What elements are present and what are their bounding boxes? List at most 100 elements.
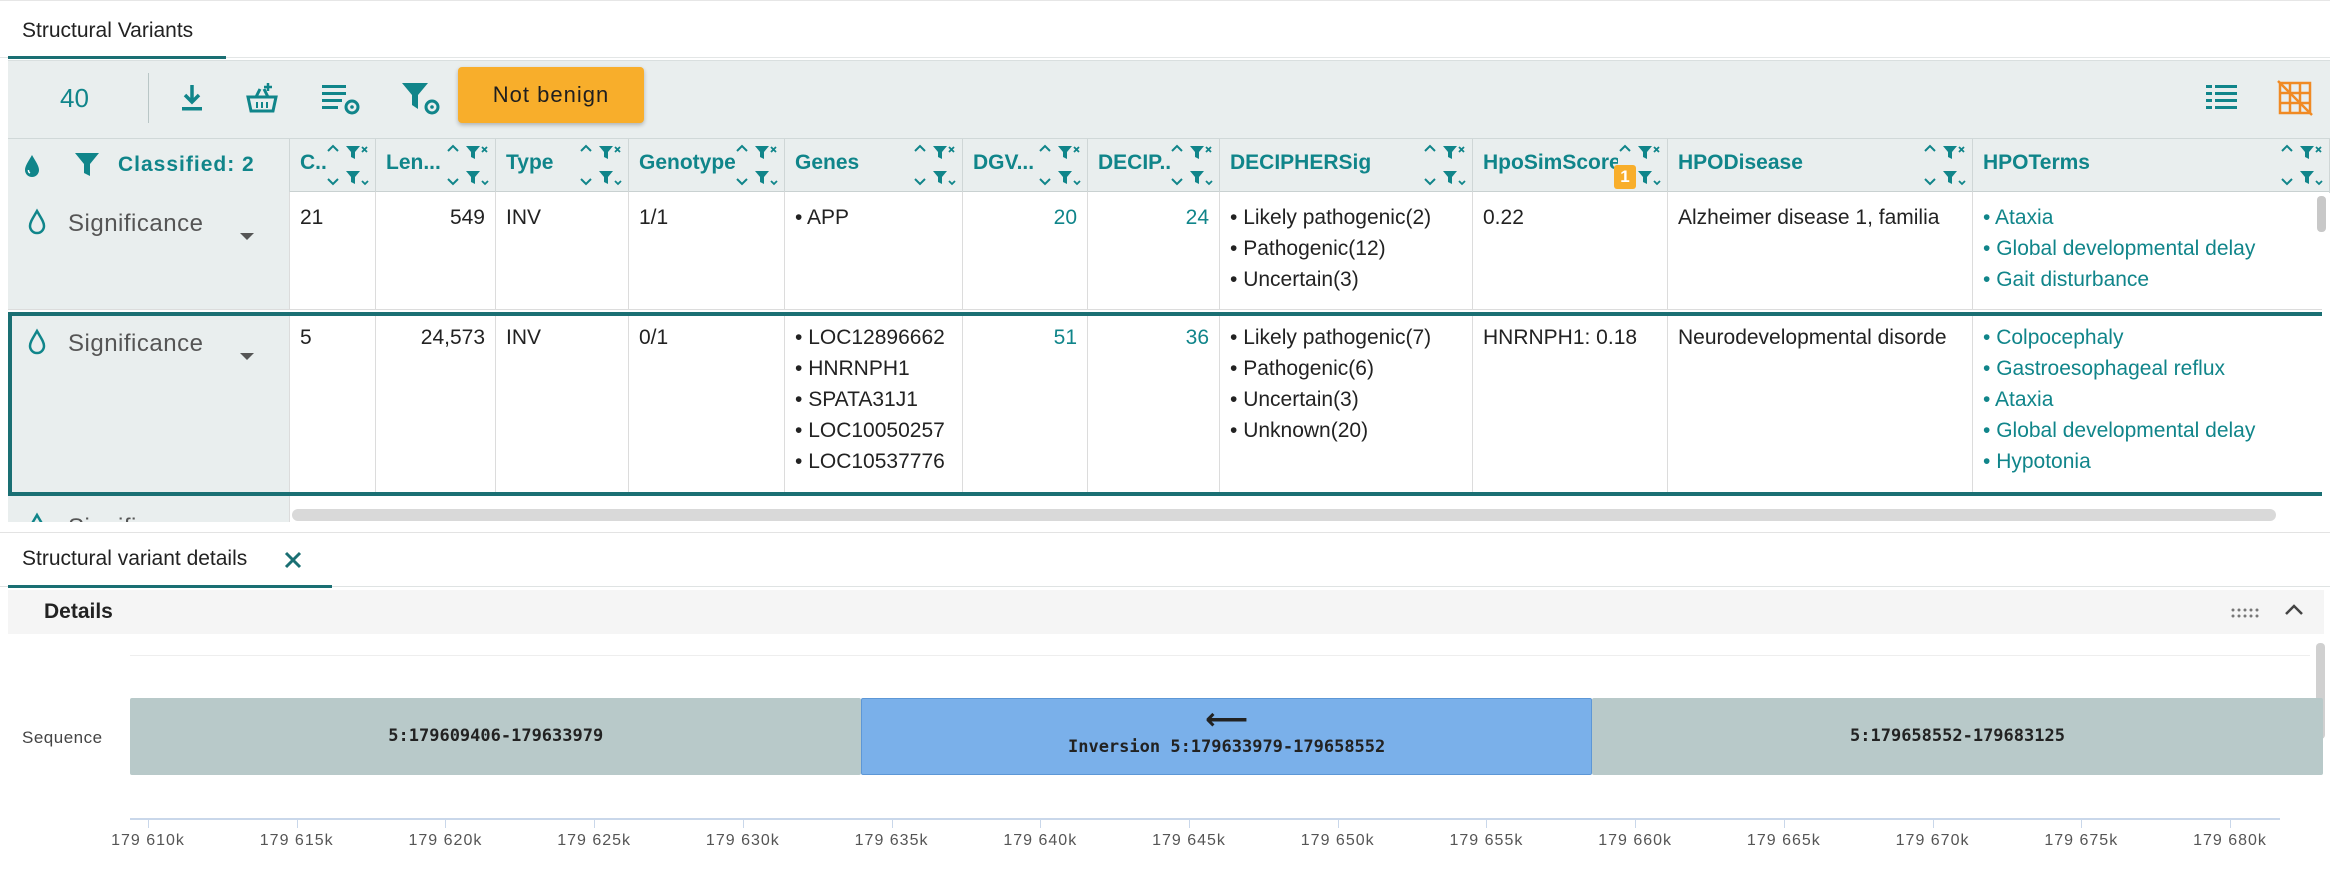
column-header-label: Len... bbox=[386, 151, 441, 174]
axis-tick-label: 179 620k bbox=[408, 832, 483, 849]
column-header-length[interactable]: Len... bbox=[376, 139, 496, 193]
list-item: SPATA31J1 bbox=[795, 384, 952, 415]
flanking-segment[interactable]: 5:179658552-179683125 bbox=[1592, 698, 2323, 775]
sort-filter-icon[interactable] bbox=[1170, 143, 1214, 189]
sort-filter-icon[interactable] bbox=[326, 143, 370, 189]
list-item: HNRNPH1 bbox=[795, 353, 952, 384]
axis-tick bbox=[1040, 820, 1042, 828]
column-header-genotype[interactable]: Genotype bbox=[629, 139, 785, 193]
hpo-term-link[interactable]: Global developmental delay bbox=[1983, 233, 2319, 264]
sort-filter-icon[interactable] bbox=[913, 143, 957, 189]
genes-list: LOC12896662HNRNPH1SPATA31J1LOC10050257LO… bbox=[795, 322, 952, 477]
axis-tick-label: 179 670k bbox=[1895, 832, 1970, 849]
significance-select[interactable]: Significa bbox=[8, 496, 290, 522]
axis-tick bbox=[1486, 820, 1488, 828]
vertical-scrollbar-thumb[interactable] bbox=[2317, 196, 2326, 232]
classification-header: Classified: 2 bbox=[8, 139, 290, 193]
grid-off-icon[interactable] bbox=[2276, 79, 2316, 119]
decip-value[interactable]: 36 bbox=[1186, 326, 1209, 349]
segment-label: 5:179658552-179683125 bbox=[1850, 726, 2065, 746]
hpo-term-link[interactable]: Hypotonia bbox=[1983, 446, 2319, 477]
drag-handle-icon[interactable] bbox=[2230, 606, 2262, 624]
hpo-term-link[interactable]: Gait disturbance bbox=[1983, 264, 2319, 295]
axis-tick-label: 179 660k bbox=[1598, 832, 1673, 849]
column-header-dgv[interactable]: DGV... bbox=[963, 139, 1088, 193]
hpo-term-link[interactable]: Global developmental delay bbox=[1983, 415, 2319, 446]
cell-type: INV bbox=[496, 192, 629, 309]
cell-decip[interactable]: 36 bbox=[1088, 312, 1220, 496]
flanking-segment[interactable]: 5:179609406-179633979 bbox=[130, 698, 862, 775]
cell-dgv[interactable]: 51 bbox=[963, 312, 1088, 496]
table-row[interactable]: Significance 21 549 INV 1/1 APP 20 24 Likely pat… bbox=[8, 192, 2322, 310]
column-header-type[interactable]: Type bbox=[496, 139, 629, 193]
hpo-term-link[interactable]: Colpocephaly bbox=[1983, 322, 2319, 353]
filter-icon[interactable] bbox=[74, 151, 100, 184]
column-layout-icon[interactable] bbox=[2202, 79, 2242, 119]
chevron-down-icon[interactable] bbox=[238, 220, 256, 251]
sort-filter-icon[interactable] bbox=[1423, 143, 1467, 189]
add-to-basket-icon[interactable] bbox=[242, 79, 282, 119]
c-value: 21 bbox=[300, 206, 324, 229]
table-row[interactable]: Significance524,573INV0/1LOC12896662HNRN… bbox=[8, 312, 2322, 496]
filter-settings-icon[interactable] bbox=[400, 79, 440, 119]
column-header-c[interactable]: C... bbox=[290, 139, 376, 193]
sort-filter-icon[interactable] bbox=[735, 143, 779, 189]
cell-hposimscore: 0.22 bbox=[1473, 192, 1668, 309]
close-icon[interactable] bbox=[280, 547, 306, 573]
genotype-value: 1/1 bbox=[639, 206, 669, 229]
hpo-term-link[interactable]: Gastroesophageal reflux bbox=[1983, 353, 2319, 384]
cell-hpoterms[interactable]: ColpocephalyGastroesophageal refluxAtaxi… bbox=[1973, 312, 2322, 496]
significance-select[interactable]: Significance bbox=[8, 312, 290, 496]
sort-filter-icon[interactable] bbox=[1038, 143, 1082, 189]
not-benign-button[interactable]: Not benign bbox=[458, 67, 644, 123]
hpo-term-link[interactable]: Ataxia bbox=[1983, 202, 2319, 233]
list-item: LOC12896662 bbox=[795, 322, 952, 353]
axis-tick-label: 179 625k bbox=[557, 832, 632, 849]
horizontal-scrollbar-thumb[interactable] bbox=[292, 509, 2276, 521]
cell-decip[interactable]: 24 bbox=[1088, 192, 1220, 309]
significance-select[interactable]: Significance bbox=[8, 192, 290, 309]
drop-icon[interactable] bbox=[22, 153, 42, 184]
axis-tick-label: 179 655k bbox=[1449, 832, 1524, 849]
sort-filter-icon[interactable] bbox=[2280, 143, 2324, 189]
hpo-term-link[interactable]: Ataxia bbox=[1983, 384, 2319, 415]
sort-filter-icon[interactable] bbox=[1923, 143, 1967, 189]
segment-label: 5:179609406-179633979 bbox=[388, 726, 604, 746]
grid-header-row: Classified: 2 C... Len... Type Genotype Gene… bbox=[8, 138, 2330, 193]
list-item: Likely pathogenic(7) bbox=[1230, 322, 1462, 353]
variants-grid: Significance 21 549 INV 1/1 APP 20 24 Likely pat… bbox=[8, 192, 2322, 522]
sort-filter-icon[interactable] bbox=[579, 143, 623, 189]
column-header-decip[interactable]: DECIP... bbox=[1088, 139, 1220, 193]
column-header-genes[interactable]: Genes bbox=[785, 139, 963, 193]
axis-tick bbox=[594, 820, 596, 828]
sort-filter-icon[interactable] bbox=[446, 143, 490, 189]
top-tab-bar: Structural Variants bbox=[0, 0, 2330, 59]
variant-count: 40 bbox=[60, 83, 89, 113]
cell-genotype: 0/1 bbox=[629, 312, 785, 496]
column-header-hpoterms[interactable]: HPOTerms bbox=[1973, 139, 2330, 193]
column-header-hposimscore[interactable]: HpoSimScore 1 bbox=[1473, 139, 1668, 193]
download-icon[interactable] bbox=[172, 79, 212, 119]
chevron-up-icon[interactable] bbox=[2282, 600, 2306, 625]
axis-tick-label: 179 675k bbox=[2044, 832, 2119, 849]
list-item: Unknown(20) bbox=[1230, 415, 1462, 446]
tab-structural-variants[interactable]: Structural Variants bbox=[8, 11, 226, 59]
axis-tick bbox=[1932, 820, 1934, 828]
cell-hpoterms[interactable]: AtaxiaGlobal developmental delayGait dis… bbox=[1973, 192, 2322, 309]
dgv-value[interactable]: 20 bbox=[1054, 206, 1077, 229]
axis-tick bbox=[1635, 820, 1637, 828]
inversion-segment[interactable]: ⟵ Inversion 5:179633979-179658552 bbox=[861, 698, 1593, 775]
tab-structural-variant-details[interactable]: Structural variant details bbox=[8, 539, 332, 588]
column-settings-icon[interactable] bbox=[320, 79, 360, 119]
column-header-deciphersig[interactable]: DECIPHERSig bbox=[1220, 139, 1473, 193]
list-item: LOC10537776 bbox=[795, 446, 952, 477]
cell-hpodisease: Neurodevelopmental disorde bbox=[1668, 312, 1973, 496]
dgv-value[interactable]: 51 bbox=[1054, 326, 1077, 349]
genome-axis bbox=[130, 818, 2280, 820]
cell-dgv[interactable]: 20 bbox=[963, 192, 1088, 309]
chevron-down-icon[interactable] bbox=[238, 340, 256, 371]
axis-tick bbox=[891, 820, 893, 828]
column-header-label: HPOTerms bbox=[1983, 151, 2090, 174]
decip-value[interactable]: 24 bbox=[1186, 206, 1209, 229]
column-header-hpodisease[interactable]: HPODisease bbox=[1668, 139, 1973, 193]
